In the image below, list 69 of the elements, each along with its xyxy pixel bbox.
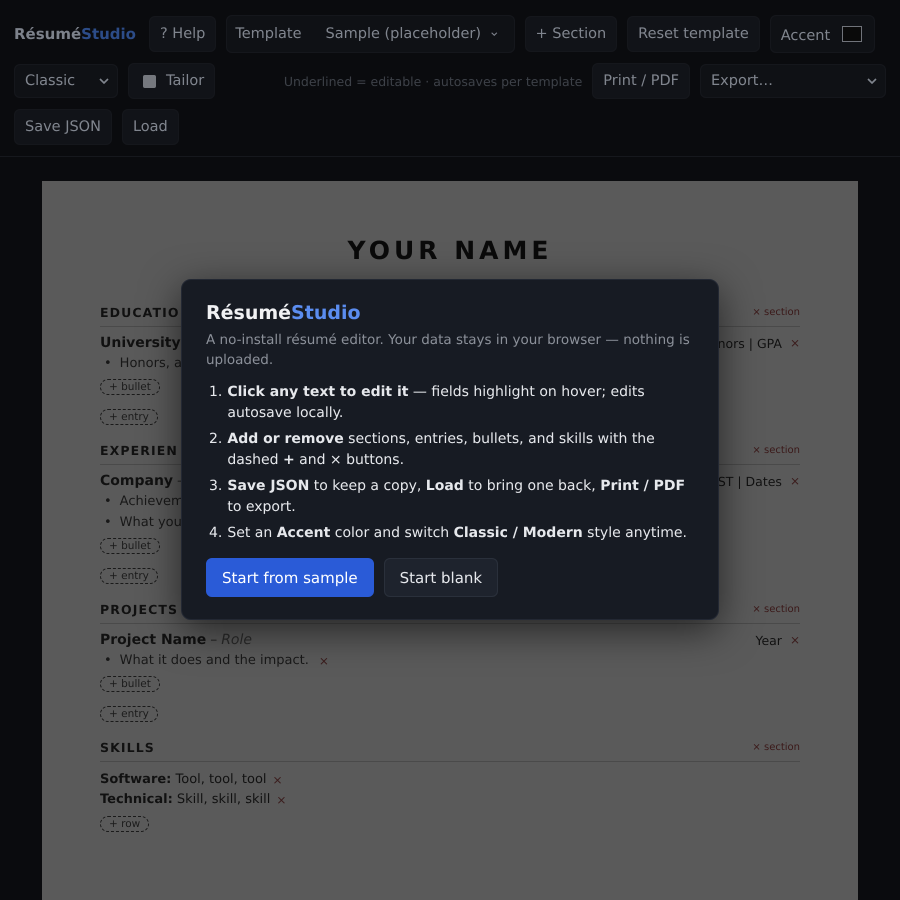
- instruction-step: Click any text to edit it — fields highlight on hover; edits autosave locally.: [227, 382, 694, 424]
- add-bullet-button[interactable]: + bullet: [100, 379, 160, 395]
- checkbox[interactable]: [143, 74, 156, 88]
- add-entry-button[interactable]: + entry: [100, 409, 158, 425]
- instruction-step: Set an Accent color and switch Classic / Modern style anytime.: [227, 523, 687, 544]
- step-number: 2.: [209, 430, 222, 449]
- remove-section-link[interactable]: × section: [752, 307, 800, 318]
- remove-section-link[interactable]: × section: [752, 445, 800, 456]
- caret-icon: [867, 78, 877, 84]
- export-select[interactable]: Export…: [700, 64, 886, 98]
- add-bullet-button[interactable]: + bullet: [100, 676, 160, 692]
- entry-title: University: [100, 335, 181, 351]
- template-label: Template: [235, 26, 302, 42]
- remove-icon[interactable]: ×: [272, 772, 283, 786]
- section-heading: SKILLS: [100, 740, 155, 755]
- section-heading: EXPERIEN: [100, 443, 178, 458]
- bullet-text: What it does and the impact.: [120, 653, 309, 668]
- instruction-step: Add or remove sections, entries, bullets, and skills with the dashed + and × buttons.: [227, 429, 694, 471]
- toolbar-button[interactable]: + Section: [524, 16, 618, 52]
- toolbar-button[interactable]: Reset template: [627, 16, 760, 52]
- toolbar-button[interactable]: Save JSON: [14, 109, 112, 145]
- bullet-text: Achievem: [120, 494, 184, 509]
- toolbar-button[interactable]: Print / PDF: [592, 63, 690, 99]
- entry-meta: ST | Dates: [718, 474, 782, 488]
- dialog-title: RésuméStudio: [206, 302, 362, 324]
- remove-icon[interactable]: ×: [790, 336, 800, 350]
- remove-icon[interactable]: ×: [790, 474, 800, 488]
- toolbar-button[interactable]: ? Help: [148, 16, 216, 52]
- tailor-label: Tailor: [166, 73, 204, 89]
- step-number: 4.: [209, 524, 222, 543]
- add-entry-button[interactable]: + entry: [100, 706, 158, 722]
- accent-label: Accent: [780, 28, 830, 44]
- remove-section-link[interactable]: × section: [752, 742, 800, 753]
- skill-line: Software: Tool, tool, tool: [100, 772, 267, 787]
- bullet-mark: •: [104, 494, 112, 509]
- entry-title: Company: [100, 473, 174, 489]
- skill-line: Technical: Skill, skill, skill: [100, 792, 270, 807]
- remove-section-link[interactable]: × section: [752, 604, 800, 615]
- dash: –: [210, 632, 218, 648]
- entry-meta: nors | GPA: [718, 336, 782, 350]
- tailor-toggle[interactable]: Tailor: [128, 63, 216, 99]
- add-bullet-button[interactable]: + bullet: [100, 538, 160, 554]
- entry-title: Project Name: [100, 632, 206, 648]
- style-select[interactable]: Classic: [14, 64, 118, 98]
- add-row-button[interactable]: + row: [100, 816, 150, 832]
- accent-color-swatch[interactable]: [842, 26, 862, 42]
- toolbar-button[interactable]: Load: [122, 109, 179, 145]
- hint-text: Underlined = editable · autosaves per template: [284, 74, 582, 88]
- caret-icon: [99, 78, 109, 84]
- bullet-mark: •: [104, 515, 112, 530]
- app-logo: RésuméStudio: [14, 25, 136, 43]
- caret-icon: [491, 31, 498, 37]
- step-number: 3.: [209, 477, 222, 496]
- instruction-step: Save JSON to keep a copy, Load to bring one back, Print / PDF to export.: [227, 476, 694, 518]
- step-number: 1.: [209, 383, 222, 402]
- bullet-mark: •: [104, 653, 112, 668]
- start-blank-button[interactable]: Start blank: [384, 558, 498, 597]
- remove-icon[interactable]: ×: [276, 792, 286, 806]
- bullet-text: What you: [120, 515, 182, 530]
- entry-meta: Year: [755, 632, 782, 648]
- start-sample-button[interactable]: Start from sample: [206, 558, 374, 597]
- remove-icon[interactable]: ×: [318, 654, 329, 668]
- section-heading: PROJECTS: [100, 602, 178, 617]
- resume-name: YOUR NAME: [346, 236, 554, 265]
- section-heading: EDUCATIO: [100, 305, 180, 320]
- dialog-subtitle: A no-install résumé editor. Your data stays in your browser — nothing is uploaded.: [206, 331, 691, 370]
- bullet-mark: •: [104, 356, 112, 371]
- add-entry-button[interactable]: + entry: [100, 568, 158, 584]
- remove-icon[interactable]: ×: [790, 633, 800, 647]
